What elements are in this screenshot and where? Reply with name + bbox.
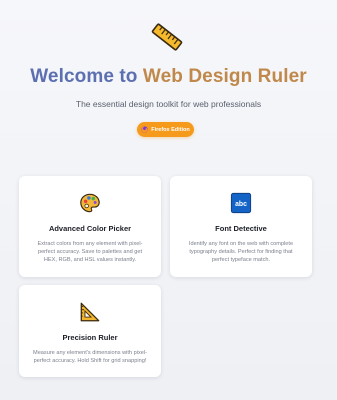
feature-title: Precision Ruler <box>62 333 118 342</box>
edition-label: Firefox Edition <box>151 126 190 133</box>
feature-card-precision-ruler: Precision Ruler Measure any element's di… <box>19 285 161 377</box>
feature-description: Measure any element's dimensions with pi… <box>33 350 147 364</box>
ruler-icon <box>151 23 183 51</box>
title-brand: Web Design Ruler <box>142 66 307 87</box>
title-welcome: Welcome to <box>30 66 138 87</box>
feature-description: Identify any font on the web with comple… <box>188 241 294 263</box>
triangle-ruler-icon <box>80 302 100 322</box>
edition-badge: Firefox Edition <box>137 122 194 137</box>
firefox-icon <box>141 126 148 133</box>
feature-card-color-picker: Advanced Color Picker Extract colors fro… <box>19 176 161 277</box>
page-subtitle: The essential design toolkit for web pro… <box>75 99 262 109</box>
page-title: Welcome to Web Design Ruler <box>0 66 337 88</box>
abc-icon: abc <box>230 192 252 214</box>
feature-description: Extract colors from any element with pix… <box>37 241 143 263</box>
feature-card-font-detective: abc Font Detective Identify any font on … <box>170 176 312 277</box>
palette-icon <box>80 193 100 213</box>
feature-title: Advanced Color Picker <box>48 224 132 233</box>
feature-title: Font Detective <box>215 224 267 233</box>
abc-icon-text: abc <box>235 201 247 208</box>
